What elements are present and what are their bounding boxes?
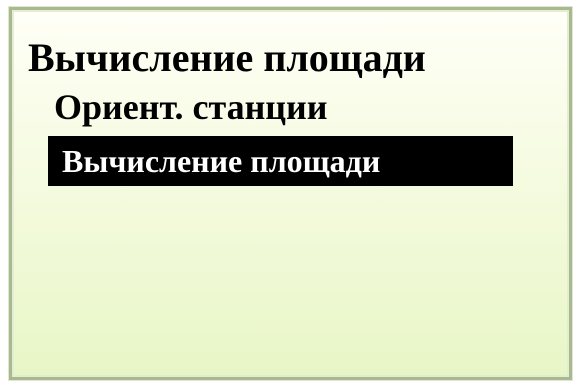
screen-title: Вычисление площади [28,35,426,80]
menu-item-orient-station[interactable]: Ориент. станции [54,85,328,129]
instrument-screen: Вычисление площади Ориент. станции Вычис… [9,7,572,380]
menu-item-area-calculation-selected[interactable]: Вычисление площади [48,136,513,186]
